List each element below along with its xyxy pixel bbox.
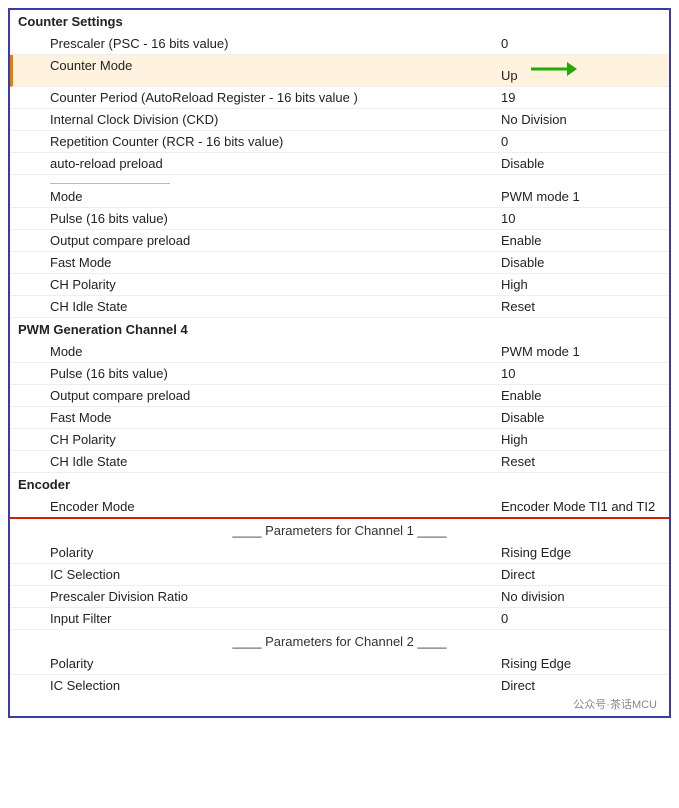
row-label: IC Selection bbox=[50, 567, 120, 582]
row-value: Reset bbox=[501, 454, 661, 469]
row-label: CH Idle State bbox=[50, 299, 127, 314]
row-value: Rising Edge bbox=[501, 545, 661, 560]
encoder-mode-value: Encoder Mode TI1 and TI2 bbox=[501, 499, 661, 514]
table-row: CH Polarity High bbox=[10, 274, 669, 296]
row-value: High bbox=[501, 277, 661, 292]
row-value: Disable bbox=[501, 410, 661, 425]
table-row: Fast Mode Disable bbox=[10, 407, 669, 429]
encoder-mode-row: Encoder Mode Encoder Mode TI1 and TI2 bbox=[10, 496, 669, 519]
table-row: Mode PWM mode 1 bbox=[10, 341, 669, 363]
row-label: Internal Clock Division (CKD) bbox=[50, 112, 218, 127]
table-row: Counter Mode Up bbox=[10, 55, 669, 87]
table-row: CH Idle State Reset bbox=[10, 451, 669, 473]
row-value: 0 bbox=[501, 611, 661, 626]
bottom-bar: 公众号·茶话MCU bbox=[10, 696, 669, 716]
row-value: 19 bbox=[501, 90, 661, 105]
table-row: Output compare preload Enable bbox=[10, 230, 669, 252]
row-value: 0 bbox=[501, 36, 661, 51]
row-label: Fast Mode bbox=[50, 410, 111, 425]
row-value: Enable bbox=[501, 388, 661, 403]
row-value: No Division bbox=[501, 112, 661, 127]
row-label: Pulse (16 bits value) bbox=[50, 211, 168, 226]
table-row: Internal Clock Division (CKD) No Divisio… bbox=[10, 109, 669, 131]
table-row: IC Selection Direct bbox=[10, 675, 669, 696]
row-label: Repetition Counter (RCR - 16 bits value) bbox=[50, 134, 283, 149]
counter-settings-title: Counter Settings bbox=[10, 10, 669, 33]
row-label: Pulse (16 bits value) bbox=[50, 366, 168, 381]
row-value: Enable bbox=[501, 233, 661, 248]
table-row: Counter Period (AutoReload Register - 16… bbox=[10, 87, 669, 109]
table-row: CH Polarity High bbox=[10, 429, 669, 451]
row-value: Up bbox=[501, 58, 661, 83]
settings-panel: Counter Settings Prescaler (PSC - 16 bit… bbox=[8, 8, 671, 718]
row-value: No division bbox=[501, 589, 661, 604]
row-value: Reset bbox=[501, 299, 661, 314]
encoder-title: Encoder bbox=[10, 473, 669, 496]
row-label: Prescaler Division Ratio bbox=[50, 589, 188, 604]
row-label: Output compare preload bbox=[50, 388, 190, 403]
table-row: Pulse (16 bits value) 10 bbox=[10, 363, 669, 385]
row-label: Input Filter bbox=[50, 611, 111, 626]
encoder-mode-label: Encoder Mode bbox=[50, 499, 135, 514]
table-row: Fast Mode Disable bbox=[10, 252, 669, 274]
row-label: Fast Mode bbox=[50, 255, 111, 270]
row-label: auto-reload preload bbox=[50, 156, 163, 171]
channel1-params-header: ____ Parameters for Channel 1 ____ bbox=[10, 519, 669, 542]
row-label: CH Idle State bbox=[50, 454, 127, 469]
row-value: 0 bbox=[501, 134, 661, 149]
table-row: Input Filter 0 bbox=[10, 608, 669, 630]
table-row: CH Idle State Reset bbox=[10, 296, 669, 318]
row-value: PWM mode 1 bbox=[501, 344, 661, 359]
row-label: Counter Period (AutoReload Register - 16… bbox=[50, 90, 358, 105]
row-label: Output compare preload bbox=[50, 233, 190, 248]
row-value: 10 bbox=[501, 211, 661, 226]
row-label: CH Polarity bbox=[50, 277, 116, 292]
table-row: Output compare preload Enable bbox=[10, 385, 669, 407]
row-value: High bbox=[501, 432, 661, 447]
row-label: CH Polarity bbox=[50, 432, 116, 447]
pwm-ch4-title: PWM Generation Channel 4 bbox=[10, 318, 669, 341]
row-label: Counter Mode bbox=[50, 58, 132, 83]
table-row: Repetition Counter (RCR - 16 bits value)… bbox=[10, 131, 669, 153]
row-value: Rising Edge bbox=[501, 656, 661, 671]
channel2-params-label: ____ Parameters for Channel 2 ____ bbox=[233, 634, 447, 649]
row-label: Polarity bbox=[50, 656, 93, 671]
channel1-params-label: ____ Parameters for Channel 1 ____ bbox=[233, 523, 447, 538]
row-label: Mode bbox=[50, 344, 83, 359]
table-row: auto-reload preload Disable bbox=[10, 153, 669, 175]
row-value: Direct bbox=[501, 567, 661, 582]
table-row: Pulse (16 bits value) 10 bbox=[10, 208, 669, 230]
row-label: Polarity bbox=[50, 545, 93, 560]
row-value: Disable bbox=[501, 156, 661, 171]
row-value: Disable bbox=[501, 255, 661, 270]
channel2-params-header: ____ Parameters for Channel 2 ____ bbox=[10, 630, 669, 653]
row-label: Prescaler (PSC - 16 bits value) bbox=[50, 36, 228, 51]
table-row: Mode PWM mode 1 bbox=[10, 186, 669, 208]
table-row: IC Selection Direct bbox=[10, 564, 669, 586]
row-value: Direct bbox=[501, 678, 661, 693]
row-label: IC Selection bbox=[50, 678, 120, 693]
table-row: Prescaler Division Ratio No division bbox=[10, 586, 669, 608]
watermark: 公众号·茶话MCU bbox=[573, 696, 657, 712]
table-row: Polarity Rising Edge bbox=[10, 653, 669, 675]
arrow-icon bbox=[529, 58, 577, 83]
table-row: Polarity Rising Edge bbox=[10, 542, 669, 564]
row-label: Mode bbox=[50, 189, 83, 204]
table-row: Prescaler (PSC - 16 bits value) 0 bbox=[10, 33, 669, 55]
row-value: PWM mode 1 bbox=[501, 189, 661, 204]
row-value: 10 bbox=[501, 366, 661, 381]
